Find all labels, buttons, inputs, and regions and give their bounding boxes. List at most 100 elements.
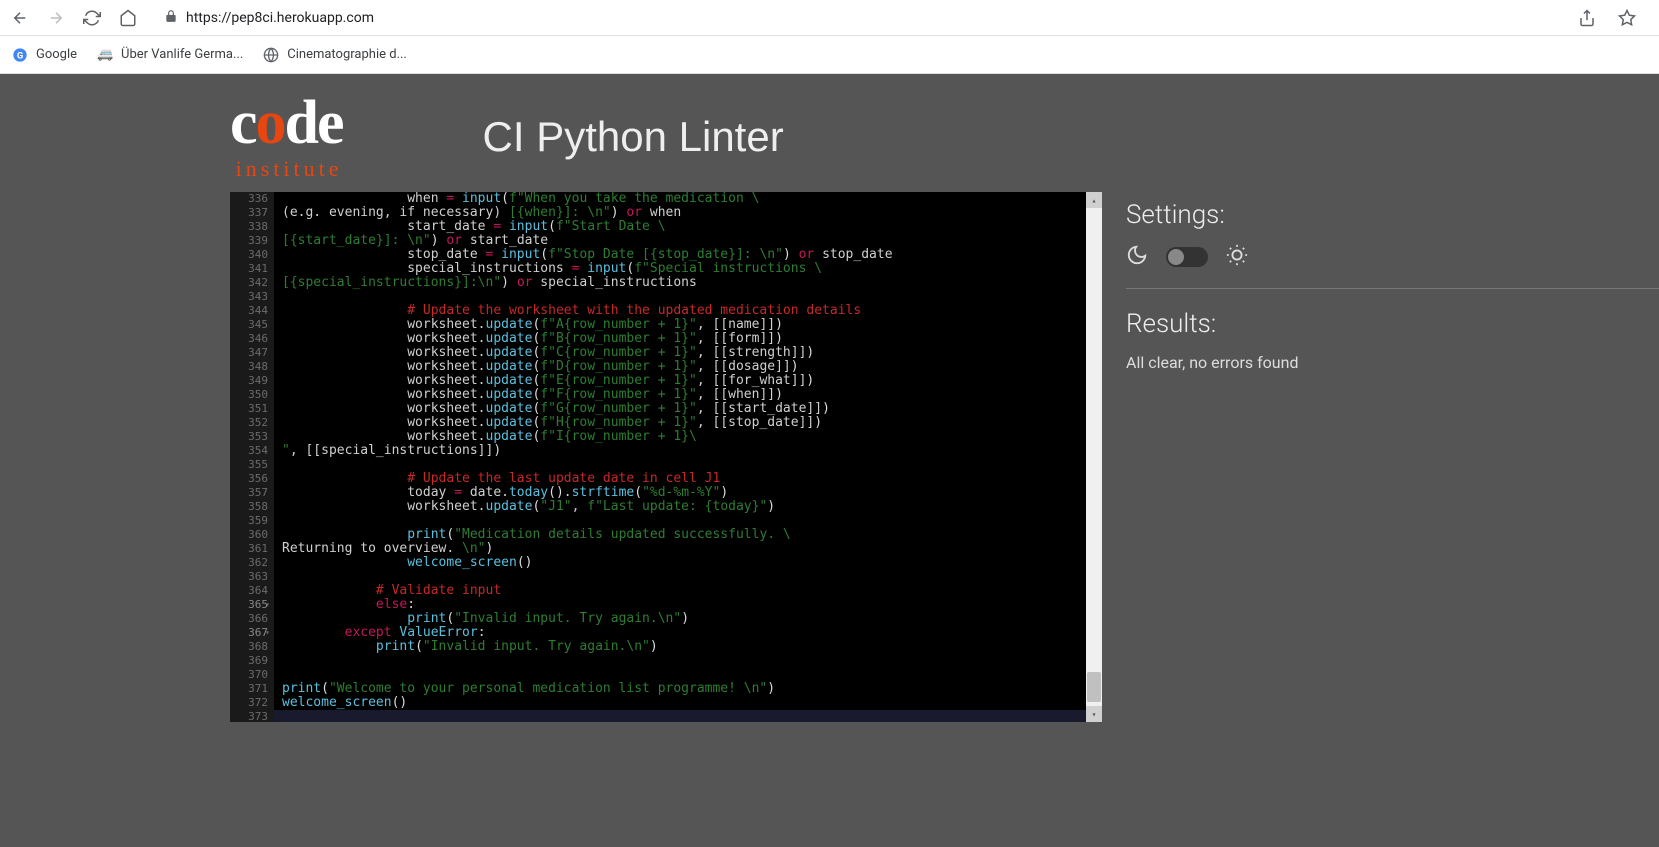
code-line[interactable]: worksheet.update(f"D{row_number + 1}", [… <box>282 360 1086 374</box>
line-number: 352 <box>230 416 268 430</box>
code-line[interactable] <box>282 458 1086 472</box>
line-number: 351 <box>230 402 268 416</box>
code-line[interactable]: worksheet.update(f"E{row_number + 1}", [… <box>282 374 1086 388</box>
line-number: 344 <box>230 304 268 318</box>
sidebar: Settings: Results: All clear, no errors … <box>1126 192 1659 847</box>
logo-subtitle: institute <box>236 156 343 182</box>
line-number: 361 <box>230 542 268 556</box>
code-line[interactable]: worksheet.update(f"F{row_number + 1}", [… <box>282 388 1086 402</box>
code-line[interactable]: welcome_screen() <box>282 556 1086 570</box>
code-line[interactable]: else: <box>282 598 1086 612</box>
code-line[interactable]: welcome_screen() <box>282 696 1086 710</box>
code-line[interactable]: worksheet.update(f"H{row_number + 1}", [… <box>282 416 1086 430</box>
scrollbar-thumb[interactable] <box>1087 672 1101 702</box>
bookmark-vanlife[interactable]: 🚐 Über Vanlife Germa... <box>97 47 243 63</box>
svg-text:G: G <box>17 50 23 61</box>
settings-heading: Settings: <box>1126 200 1659 230</box>
line-number: 369 <box>230 654 268 668</box>
results-text: All clear, no errors found <box>1126 353 1659 372</box>
line-number: 365 <box>230 598 268 612</box>
share-button[interactable] <box>1575 6 1599 30</box>
code-line[interactable]: Returning to overview. \n") <box>282 542 1086 556</box>
code-line[interactable]: print("Medication details updated succes… <box>282 528 1086 542</box>
code-line[interactable] <box>282 570 1086 584</box>
bookmark-label: Google <box>36 47 77 62</box>
editor-scrollbar[interactable]: ▴ ▾ <box>1086 192 1102 722</box>
browser-toolbar: https://pep8ci.herokuapp.com <box>0 0 1659 36</box>
code-line[interactable] <box>282 654 1086 668</box>
code-line[interactable]: when = input(f"When you take the medicat… <box>282 192 1086 206</box>
code-line[interactable]: special_instructions = input(f"Special i… <box>282 262 1086 276</box>
line-number: 357 <box>230 486 268 500</box>
line-number: 337 <box>230 206 268 220</box>
google-favicon-icon: G <box>12 47 28 63</box>
home-button[interactable] <box>116 6 140 30</box>
code-line[interactable]: print("Invalid input. Try again.\n") <box>282 612 1086 626</box>
code-line[interactable]: # Update the last update date in cell J1 <box>282 472 1086 486</box>
line-number: 347 <box>230 346 268 360</box>
theme-toggle[interactable] <box>1166 247 1208 267</box>
line-number: 350 <box>230 388 268 402</box>
main-content: 3363373383393403413423433443453463473483… <box>0 192 1659 847</box>
reload-button[interactable] <box>80 6 104 30</box>
globe-favicon-icon <box>263 47 279 63</box>
scroll-up-button[interactable]: ▴ <box>1086 192 1102 208</box>
page-title: CI Python Linter <box>483 113 784 161</box>
line-number: 371 <box>230 682 268 696</box>
line-number: 355 <box>230 458 268 472</box>
code-line[interactable]: # Update the worksheet with the updated … <box>282 304 1086 318</box>
code-line[interactable]: start_date = input(f"Start Date \ <box>282 220 1086 234</box>
bookmark-label: Cinematographie d... <box>287 47 407 62</box>
code-line[interactable] <box>282 514 1086 528</box>
code-line[interactable]: today = date.today().strftime("%d-%m-%Y"… <box>282 486 1086 500</box>
code-line[interactable]: # Validate input <box>282 584 1086 598</box>
code-line[interactable]: worksheet.update(f"C{row_number + 1}", [… <box>282 346 1086 360</box>
back-button[interactable] <box>8 6 32 30</box>
toggle-knob <box>1168 249 1184 265</box>
code-line[interactable]: [{special_instructions}]:\n") or special… <box>282 276 1086 290</box>
bookmark-star-button[interactable] <box>1615 6 1639 30</box>
line-number: 349 <box>230 374 268 388</box>
code-line[interactable]: worksheet.update("J1", f"Last update: {t… <box>282 500 1086 514</box>
sun-icon <box>1226 244 1248 270</box>
code-line[interactable]: worksheet.update(f"G{row_number + 1}", [… <box>282 402 1086 416</box>
code-line[interactable]: stop_date = input(f"Stop Date [{stop_dat… <box>282 248 1086 262</box>
line-number: 338 <box>230 220 268 234</box>
line-number: 354 <box>230 444 268 458</box>
code-area[interactable]: when = input(f"When you take the medicat… <box>274 192 1086 722</box>
code-line[interactable]: [{start_date}]: \n") or start_date <box>282 234 1086 248</box>
code-line[interactable]: worksheet.update(f"I{row_number + 1}\ <box>282 430 1086 444</box>
forward-button[interactable] <box>44 6 68 30</box>
line-number: 359 <box>230 514 268 528</box>
line-number: 362 <box>230 556 268 570</box>
code-line[interactable]: worksheet.update(f"B{row_number + 1}", [… <box>282 332 1086 346</box>
bookmark-cinematographie[interactable]: Cinematographie d... <box>263 47 407 63</box>
url-text: https://pep8ci.herokuapp.com <box>186 10 374 26</box>
line-number: 370 <box>230 668 268 682</box>
code-line[interactable]: print("Welcome to your personal medicati… <box>282 682 1086 696</box>
lock-icon <box>164 8 178 27</box>
code-editor[interactable]: 3363373383393403413423433443453463473483… <box>230 192 1102 722</box>
scroll-down-button[interactable]: ▾ <box>1086 706 1102 722</box>
code-line[interactable]: (e.g. evening, if necessary) [{when}]: \… <box>282 206 1086 220</box>
line-number: 343 <box>230 290 268 304</box>
code-line[interactable] <box>282 668 1086 682</box>
code-line[interactable] <box>282 290 1086 304</box>
code-line[interactable]: except ValueError: <box>282 626 1086 640</box>
address-bar[interactable]: https://pep8ci.herokuapp.com <box>152 8 1563 27</box>
bookmark-label: Über Vanlife Germa... <box>121 47 243 62</box>
code-line[interactable]: print("Invalid input. Try again.\n") <box>282 640 1086 654</box>
logo-main: code <box>230 92 343 154</box>
line-number: 341 <box>230 262 268 276</box>
line-number: 348 <box>230 360 268 374</box>
line-number: 364 <box>230 584 268 598</box>
line-number: 346 <box>230 332 268 346</box>
bookmarks-bar: G Google 🚐 Über Vanlife Germa... Cinemat… <box>0 36 1659 74</box>
line-number: 366 <box>230 612 268 626</box>
code-line[interactable]: worksheet.update(f"A{row_number + 1}", [… <box>282 318 1086 332</box>
line-number: 367 <box>230 626 268 640</box>
line-number: 368 <box>230 640 268 654</box>
bookmark-google[interactable]: G Google <box>12 47 77 63</box>
code-line[interactable]: ", [[special_instructions]]) <box>282 444 1086 458</box>
line-number: 363 <box>230 570 268 584</box>
